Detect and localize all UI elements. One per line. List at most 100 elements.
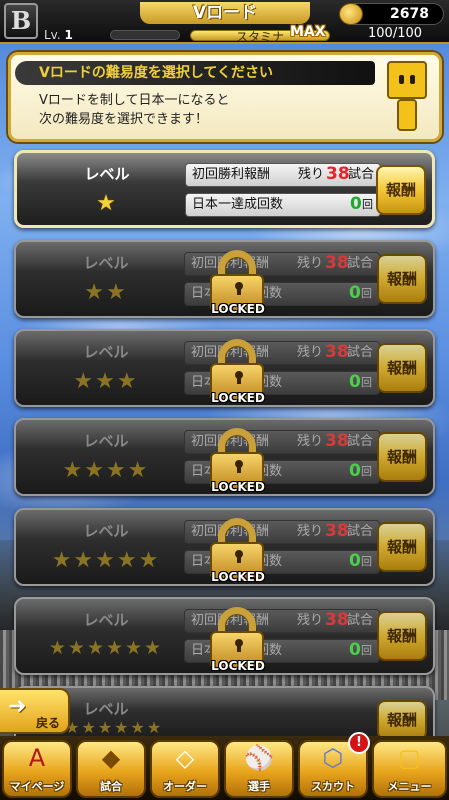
star-rating-icon: ★★★★ <box>62 458 150 483</box>
champ-unit: 回 <box>361 555 372 568</box>
mypage-icon: A <box>28 744 46 772</box>
champ-count: 0 <box>349 372 361 392</box>
champ-count: 0 <box>349 461 361 481</box>
remaining-unit: 試合 <box>347 434 374 449</box>
champ-count: 0 <box>349 640 361 660</box>
champ-count: 0 <box>350 194 362 214</box>
level-value: 1 <box>64 28 73 42</box>
nav-menu[interactable]: ▢ メニュー <box>372 740 447 798</box>
reward-button[interactable]: 報酬 <box>377 432 427 482</box>
champ-count: 0 <box>349 283 361 303</box>
champ-unit: 回 <box>361 376 372 389</box>
reward-button[interactable]: 報酬 <box>376 165 426 215</box>
nav-label: オーダー <box>163 780 207 793</box>
lock-icon: LOCKED <box>206 339 268 405</box>
remaining-label: 残り <box>297 524 324 539</box>
remaining-unit: 試合 <box>347 345 374 360</box>
star-rating-icon: ★★ <box>84 280 128 305</box>
reward-label: 初回勝利報酬 <box>192 167 271 182</box>
banner-body: Vロードを制して日本一になると 次の難易度を選択できます！ <box>39 91 230 129</box>
remaining-count: 38 <box>326 164 350 184</box>
reward-button[interactable]: 報酬 <box>377 343 427 393</box>
back-label: 戻る <box>36 716 61 730</box>
level-label: レベル <box>83 432 129 450</box>
remaining-count: 38 <box>325 431 349 451</box>
page-title: Vロード <box>140 2 310 24</box>
star-rating-icon: ★★★ <box>73 369 139 394</box>
championship-count-row: 日本一達成回数 0 回 <box>185 193 381 217</box>
remaining-label: 残り <box>297 613 324 628</box>
lock-icon: LOCKED <box>206 428 268 494</box>
lock-icon: LOCKED <box>206 607 268 673</box>
back-button[interactable]: ➜ 戻る <box>0 688 70 734</box>
remaining-unit: 試合 <box>347 524 374 539</box>
level-label: レベル <box>83 611 129 629</box>
game-icon: ◆ <box>101 744 121 772</box>
locked-label: LOCKED <box>211 391 265 405</box>
remaining-count: 38 <box>325 342 349 362</box>
level-card-6[interactable]: レベル ★★★★★★ 初回勝利報酬 残り 38 試合 日本一達成回数 0 回 報… <box>14 597 435 675</box>
nav-label: 試合 <box>100 780 122 793</box>
nav-players[interactable]: ⚾ 選手 <box>224 740 294 798</box>
nav-label: メニュー <box>387 780 432 793</box>
remaining-count: 38 <box>325 521 349 541</box>
reward-button[interactable]: 報酬 <box>377 254 427 304</box>
remaining-unit: 試合 <box>347 256 374 271</box>
lock-icon: LOCKED <box>206 518 268 584</box>
level-label: レベル <box>83 343 129 361</box>
remaining-label: 残り <box>298 167 325 182</box>
star-rating-icon: ★★★★★★ <box>48 637 164 659</box>
remaining-label: 残り <box>297 256 324 271</box>
locked-label: LOCKED <box>211 570 265 584</box>
exp-bar <box>110 30 180 40</box>
nav-game[interactable]: ◆ 試合 <box>76 740 146 798</box>
locked-label: LOCKED <box>211 302 265 316</box>
level-label: Lv. <box>44 28 61 42</box>
nav-scout[interactable]: ⬡ スカウト ! <box>298 732 370 798</box>
top-status-bar: B Vロード 2678 Lv. 1 スタミナ MAX 100/100 <box>0 0 449 44</box>
star-rating-icon: ★ <box>96 191 118 216</box>
coin-counter[interactable]: 2678 <box>339 3 444 25</box>
remaining-label: 残り <box>297 345 324 360</box>
coin-value: 2678 <box>390 6 429 22</box>
level-label: レベル <box>83 522 129 540</box>
notification-badge: ! <box>348 732 370 754</box>
first-win-reward-row: 初回勝利報酬 残り 38 試合 <box>185 163 381 187</box>
instruction-banner: Vロードの難易度を選択してください Vロードを制して日本一になると 次の難易度を… <box>8 52 442 142</box>
level-card-4[interactable]: レベル ★★★★ 初回勝利報酬 残り 38 試合 日本一達成回数 0 回 報酬 … <box>14 418 435 496</box>
banner-line-2: 次の難易度を選択できます！ <box>39 112 209 127</box>
reward-button[interactable]: 報酬 <box>377 522 427 572</box>
remaining-unit: 試合 <box>348 167 375 182</box>
players-icon: ⚾ <box>244 744 274 772</box>
level-card-3[interactable]: レベル ★★★ 初回勝利報酬 残り 38 試合 日本一達成回数 0 回 報酬 L… <box>14 329 435 407</box>
remaining-unit: 試合 <box>347 613 374 628</box>
star-rating-icon: ★★★★★ <box>51 548 161 573</box>
champ-unit: 回 <box>361 465 372 478</box>
champ-unit: 回 <box>362 198 373 211</box>
level-card-2[interactable]: レベル ★★ 初回勝利報酬 残り 38 試合 日本一達成回数 0 回 報酬 LO… <box>14 240 435 318</box>
banner-heading: Vロードの難易度を選択してください <box>15 61 375 85</box>
stamina-max-label: MAX <box>290 24 326 40</box>
remaining-count: 38 <box>325 610 349 630</box>
team-logo: B <box>4 3 38 39</box>
reward-button[interactable]: 報酬 <box>377 611 427 661</box>
stamina-value: 100/100 <box>368 26 423 41</box>
nav-label: マイページ <box>9 780 65 793</box>
champ-unit: 回 <box>361 287 372 300</box>
nav-label: 選手 <box>248 780 270 793</box>
lock-icon: LOCKED <box>206 250 268 316</box>
level-card-1[interactable]: レベル ★ 初回勝利報酬 残り 38 試合 日本一達成回数 0 回 報酬 <box>14 150 435 228</box>
locked-label: LOCKED <box>211 480 265 494</box>
back-arrow-icon: ➜ <box>8 694 27 719</box>
nav-mypage[interactable]: A マイページ <box>2 740 72 798</box>
nav-order[interactable]: ◇ オーダー <box>150 740 220 798</box>
banner-line-1: Vロードを制して日本一になると <box>39 93 230 108</box>
reward-button[interactable]: 報酬 <box>377 700 427 740</box>
player-level: Lv. 1 <box>44 28 73 42</box>
remaining-label: 残り <box>297 434 324 449</box>
locked-label: LOCKED <box>211 659 265 673</box>
order-icon: ◇ <box>175 744 195 772</box>
level-card-5[interactable]: レベル ★★★★★ 初回勝利報酬 残り 38 試合 日本一達成回数 0 回 報酬… <box>14 508 435 586</box>
nav-label: スカウト <box>311 780 355 793</box>
level-label: レベル <box>84 165 130 183</box>
